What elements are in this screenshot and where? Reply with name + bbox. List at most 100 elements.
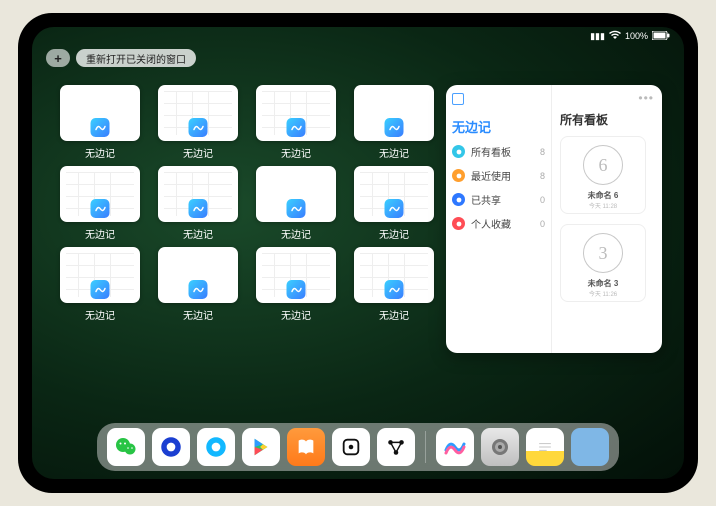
freeform-app-badge-icon — [287, 199, 306, 218]
window-thumbnail[interactable]: 无边记 — [354, 85, 434, 160]
sidebar-item-icon — [452, 217, 465, 230]
thumbnail-preview — [158, 85, 238, 141]
thumbnail-label: 无边记 — [85, 307, 115, 322]
browser-cyan-icon[interactable] — [197, 428, 235, 466]
thumbnail-label: 无边记 — [281, 145, 311, 160]
freeform-icon[interactable] — [436, 428, 474, 466]
window-thumbnail[interactable]: 无边记 — [60, 247, 140, 322]
board-title: 未命名 6 — [588, 190, 619, 201]
window-thumbnail[interactable]: 无边记 — [60, 166, 140, 241]
window-thumbnail[interactable]: 无边记 — [158, 166, 238, 241]
thumbnail-label: 无边记 — [281, 307, 311, 322]
status-bar: ▮▮▮ 100% — [32, 27, 684, 45]
thumbnail-label: 无边记 — [85, 145, 115, 160]
play-store-icon[interactable] — [242, 428, 280, 466]
browser-blue-icon[interactable] — [152, 428, 190, 466]
freeform-app-badge-icon — [287, 118, 306, 137]
thumbnail-preview — [256, 85, 336, 141]
window-thumbnail[interactable]: 无边记 — [256, 166, 336, 241]
sidebar-title: 无边记 — [452, 117, 545, 136]
board-card[interactable]: 6 未命名 6今天 11:28 — [560, 136, 646, 214]
thumbnail-preview — [60, 85, 140, 141]
freeform-app-badge-icon — [91, 280, 110, 299]
ipad-body: ▮▮▮ 100% + 重新打开已关闭的窗口 无边记无边记无边记无边记无边记无边记… — [18, 13, 698, 493]
sidebar-item-label: 最近使用 — [471, 168, 534, 183]
sidebar-item-count: 8 — [540, 147, 545, 157]
thumbnail-preview — [60, 166, 140, 222]
device-frame: ▮▮▮ 100% + 重新打开已关闭的窗口 无边记无边记无边记无边记无边记无边记… — [0, 0, 716, 506]
window-thumbnail-grid: 无边记无边记无边记无边记无边记无边记无边记无边记无边记无边记无边记无边记 — [32, 77, 442, 425]
notes-icon[interactable] — [526, 428, 564, 466]
window-thumbnail[interactable]: 无边记 — [256, 85, 336, 160]
battery-text: 100% — [625, 31, 648, 41]
freeform-app-badge-icon — [287, 280, 306, 299]
window-thumbnail[interactable]: 无边记 — [60, 85, 140, 160]
sidebar-item-label: 所有看板 — [471, 144, 534, 159]
thumbnail-preview — [60, 247, 140, 303]
sidebar-item[interactable]: 已共享 0 — [452, 192, 545, 207]
more-menu-button[interactable]: ••• — [638, 91, 654, 105]
thumbnail-label: 无边记 — [379, 145, 409, 160]
window-thumbnail[interactable]: 无边记 — [354, 247, 434, 322]
freeform-app-badge-icon — [189, 280, 208, 299]
thumbnail-label: 无边记 — [183, 307, 213, 322]
thumbnail-preview — [354, 247, 434, 303]
thumbnail-preview — [158, 247, 238, 303]
sidebar-toggle-icon[interactable] — [452, 93, 464, 105]
freeform-app-badge-icon — [385, 118, 404, 137]
app-library-icon[interactable] — [571, 428, 609, 466]
battery-icon — [652, 31, 670, 42]
thumbnail-preview — [256, 247, 336, 303]
reopen-label: 重新打开已关闭的窗口 — [86, 51, 186, 66]
freeform-app-badge-icon — [385, 280, 404, 299]
thumbnail-label: 无边记 — [281, 226, 311, 241]
sidebar-item-label: 个人收藏 — [471, 216, 534, 231]
wechat-icon[interactable] — [107, 428, 145, 466]
wifi-icon — [609, 30, 621, 42]
freeform-sidebar-panel[interactable]: 无边记 所有看板8最近使用8已共享0个人收藏0 ••• 所有看板 6未命名 6今… — [446, 85, 662, 353]
reopen-closed-window-button[interactable]: 重新打开已关闭的窗口 — [76, 49, 196, 67]
freeform-app-badge-icon — [385, 199, 404, 218]
thumbnail-preview — [158, 166, 238, 222]
freeform-app-badge-icon — [91, 199, 110, 218]
thumbnail-preview — [354, 85, 434, 141]
boards-section-title: 所有看板 — [560, 111, 654, 128]
thumbnail-label: 无边记 — [183, 145, 213, 160]
board-title: 未命名 3 — [588, 278, 619, 289]
dice-icon[interactable] — [332, 428, 370, 466]
thumbnail-preview — [256, 166, 336, 222]
sidebar-item-label: 已共享 — [471, 192, 534, 207]
graph-icon[interactable] — [377, 428, 415, 466]
sidebar-item-count: 0 — [540, 195, 545, 205]
window-thumbnail[interactable]: 无边记 — [256, 247, 336, 322]
thumbnail-label: 无边记 — [183, 226, 213, 241]
sidebar-item-icon — [452, 169, 465, 182]
dock — [97, 423, 619, 471]
plus-icon: + — [54, 51, 62, 66]
dock-separator — [425, 431, 426, 463]
books-icon[interactable] — [287, 428, 325, 466]
board-subtitle: 今天 11:26 — [589, 289, 617, 298]
thumbnail-label: 无边记 — [85, 226, 115, 241]
board-preview: 3 — [583, 233, 623, 273]
sidebar-item[interactable]: 最近使用 8 — [452, 168, 545, 183]
sidebar-right-column: ••• 所有看板 6 未命名 6今天 11:28 3 未命名 3今天 11:26 — [552, 85, 662, 353]
settings-icon[interactable] — [481, 428, 519, 466]
sidebar-item[interactable]: 个人收藏0 — [452, 216, 545, 231]
freeform-app-badge-icon — [189, 199, 208, 218]
thumbnail-label: 无边记 — [379, 226, 409, 241]
sidebar-item[interactable]: 所有看板 8 — [452, 144, 545, 159]
sidebar-item-icon — [452, 145, 465, 158]
board-subtitle: 今天 11:28 — [589, 201, 617, 210]
board-preview: 6 — [583, 145, 623, 185]
window-thumbnail[interactable]: 无边记 — [354, 166, 434, 241]
window-thumbnail[interactable]: 无边记 — [158, 85, 238, 160]
thumbnail-preview — [354, 166, 434, 222]
sidebar-item-icon — [452, 193, 465, 206]
board-card[interactable]: 3 未命名 3今天 11:26 — [560, 224, 646, 302]
window-thumbnail[interactable]: 无边记 — [158, 247, 238, 322]
sidebar-item-count: 8 — [540, 171, 545, 181]
new-window-button[interactable]: + — [46, 49, 70, 67]
ipad-screen: ▮▮▮ 100% + 重新打开已关闭的窗口 无边记无边记无边记无边记无边记无边记… — [32, 27, 684, 479]
signal-icon: ▮▮▮ — [590, 31, 605, 42]
